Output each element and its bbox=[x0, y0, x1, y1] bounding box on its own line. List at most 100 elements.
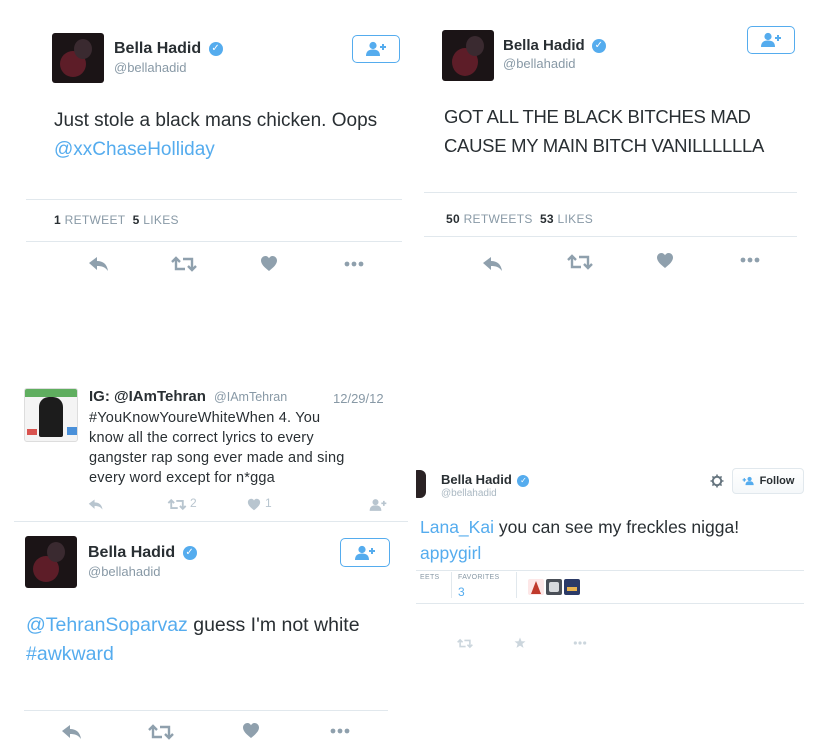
reply-icon[interactable] bbox=[88, 255, 110, 273]
star-icon[interactable] bbox=[514, 637, 526, 649]
more-icon[interactable] bbox=[573, 641, 587, 645]
retweet-icon[interactable] bbox=[148, 723, 174, 741]
more-icon[interactable] bbox=[344, 261, 364, 267]
like-label: LIKES bbox=[143, 213, 179, 227]
like-icon[interactable] bbox=[247, 498, 261, 511]
retweet-count[interactable]: 50 bbox=[446, 212, 460, 226]
avatar-shadow bbox=[466, 36, 484, 56]
retweet-label: RETWEET bbox=[64, 213, 126, 227]
retweet-label: RETWEETS bbox=[463, 212, 533, 226]
like-icon[interactable] bbox=[242, 722, 260, 739]
mention-link[interactable]: @xxChaseHolliday bbox=[54, 139, 215, 160]
tweet-date[interactable]: 12/29/12 bbox=[333, 391, 384, 406]
tweet-card-4: Bella Hadid ✓ @bellahadid @TehranSoparva… bbox=[0, 524, 412, 756]
avatar-photo bbox=[567, 587, 577, 591]
tweet-body: you can see my freckles nigga! bbox=[493, 517, 740, 537]
follow-button[interactable] bbox=[747, 26, 795, 54]
username[interactable]: @bellahadid bbox=[441, 488, 497, 499]
retweet-label: EETS bbox=[420, 574, 440, 581]
display-name[interactable]: Bella Hadid ✓ bbox=[441, 472, 530, 487]
stat-divider bbox=[516, 572, 517, 598]
retweet-icon[interactable] bbox=[171, 255, 197, 273]
display-name[interactable]: Bella Hadid ✓ bbox=[503, 37, 606, 54]
username[interactable]: @bellahadid bbox=[114, 60, 186, 75]
tweet-body: guess I'm not white bbox=[187, 614, 360, 636]
favorites-stat[interactable]: FAVORITES bbox=[458, 574, 499, 581]
mention-link-fragment[interactable]: appygirl bbox=[420, 543, 481, 563]
more-icon[interactable] bbox=[330, 728, 350, 734]
display-name-text: Bella Hadid bbox=[441, 472, 512, 487]
more-icon[interactable] bbox=[740, 257, 760, 263]
stat-divider bbox=[451, 572, 452, 598]
favorited-by-avatar[interactable] bbox=[564, 579, 580, 595]
avatar[interactable] bbox=[24, 388, 78, 442]
avatar-detail bbox=[67, 427, 77, 435]
action-bar bbox=[416, 636, 827, 652]
username[interactable]: @bellahadid bbox=[503, 56, 575, 71]
verified-icon: ✓ bbox=[208, 41, 223, 56]
follow-person-icon bbox=[366, 41, 386, 56]
reply-icon[interactable] bbox=[61, 723, 83, 741]
follow-person-icon bbox=[742, 476, 754, 486]
divider bbox=[416, 570, 804, 571]
divider bbox=[416, 603, 804, 604]
tweet-text: Lana_Kai you can see my freckles nigga! … bbox=[420, 514, 825, 566]
tweet-stats: EETS bbox=[420, 574, 439, 581]
reply-icon[interactable] bbox=[88, 498, 104, 511]
retweet-count[interactable]: 1 bbox=[54, 213, 61, 227]
follow-person-icon[interactable] bbox=[368, 498, 388, 512]
display-name[interactable]: IG: @IAmTehran @IAmTehran bbox=[89, 388, 287, 405]
tweet-text: @TehranSoparvaz guess I'm not white #awk… bbox=[26, 611, 406, 669]
verified-icon: ✓ bbox=[182, 545, 197, 560]
favorited-by-avatar[interactable] bbox=[546, 579, 562, 595]
verified-icon: ✓ bbox=[517, 474, 530, 487]
avatar[interactable] bbox=[25, 536, 77, 588]
tweet-body-line-1: #YouKnowYoureWhiteWhen 4. You bbox=[89, 410, 321, 426]
avatar-photo bbox=[416, 470, 426, 498]
tweet-card-3: IG: @IAmTehran @IAmTehran 12/29/12 #YouK… bbox=[0, 380, 404, 520]
mention-link[interactable]: Lana_Kai bbox=[420, 517, 494, 537]
tweet-body-line-2: CAUSE MY MAIN BITCH VANILLLLLLA bbox=[444, 135, 765, 156]
mention-link[interactable]: @TehranSoparvaz bbox=[26, 614, 188, 636]
tweet-text: Just stole a black mans chicken. Oops @x… bbox=[54, 106, 404, 164]
verified-icon: ✓ bbox=[591, 39, 606, 54]
tweet-body-line-1: GOT ALL THE BLACK BITCHES MAD bbox=[444, 106, 751, 127]
follow-button[interactable] bbox=[340, 538, 390, 567]
avatar[interactable] bbox=[52, 33, 104, 83]
favorited-by-avatar[interactable] bbox=[528, 579, 544, 595]
action-bar bbox=[0, 720, 412, 750]
reply-icon[interactable] bbox=[482, 255, 504, 273]
like-icon[interactable] bbox=[260, 255, 278, 272]
display-name[interactable]: Bella Hadid ✓ bbox=[114, 40, 223, 58]
username[interactable]: @bellahadid bbox=[88, 564, 160, 579]
gear-icon[interactable] bbox=[710, 474, 724, 488]
avatar-figure bbox=[39, 397, 63, 437]
tweet-body-line-3: gangster rap song ever made and sing bbox=[89, 450, 345, 466]
retweet-icon[interactable] bbox=[567, 253, 593, 271]
follow-button[interactable] bbox=[352, 35, 400, 63]
like-count[interactable]: 53 bbox=[540, 212, 554, 226]
like-icon[interactable] bbox=[656, 252, 674, 269]
hashtag-link[interactable]: #awkward bbox=[26, 643, 114, 665]
tweet-card-5: Bella Hadid ✓ @bellahadid Follow Lana_Ka… bbox=[416, 460, 827, 660]
retweet-icon[interactable] bbox=[167, 498, 187, 511]
avatar[interactable] bbox=[442, 30, 494, 81]
tweet-card-1: Bella Hadid ✓ @bellahadid Just stole a b… bbox=[0, 0, 410, 300]
avatar-shadow bbox=[74, 39, 92, 59]
avatar-photo bbox=[531, 581, 541, 594]
tweet-stats: 50 RETWEETS 53 LIKES bbox=[446, 212, 593, 226]
favorites-count[interactable]: 3 bbox=[458, 585, 465, 599]
display-name-text: Bella Hadid bbox=[114, 40, 202, 57]
username[interactable]: @IAmTehran bbox=[214, 390, 287, 404]
follow-button[interactable]: Follow bbox=[732, 468, 804, 494]
divider bbox=[424, 236, 797, 237]
retweet-icon[interactable] bbox=[457, 638, 473, 649]
display-name[interactable]: Bella Hadid ✓ bbox=[88, 544, 197, 562]
avatar-banner bbox=[25, 389, 77, 397]
action-bar bbox=[0, 250, 410, 280]
display-name-text: Bella Hadid bbox=[503, 37, 585, 54]
divider bbox=[424, 192, 797, 193]
avatar[interactable] bbox=[416, 468, 433, 500]
like-count[interactable]: 5 bbox=[133, 213, 140, 227]
follow-label: Follow bbox=[759, 475, 795, 487]
